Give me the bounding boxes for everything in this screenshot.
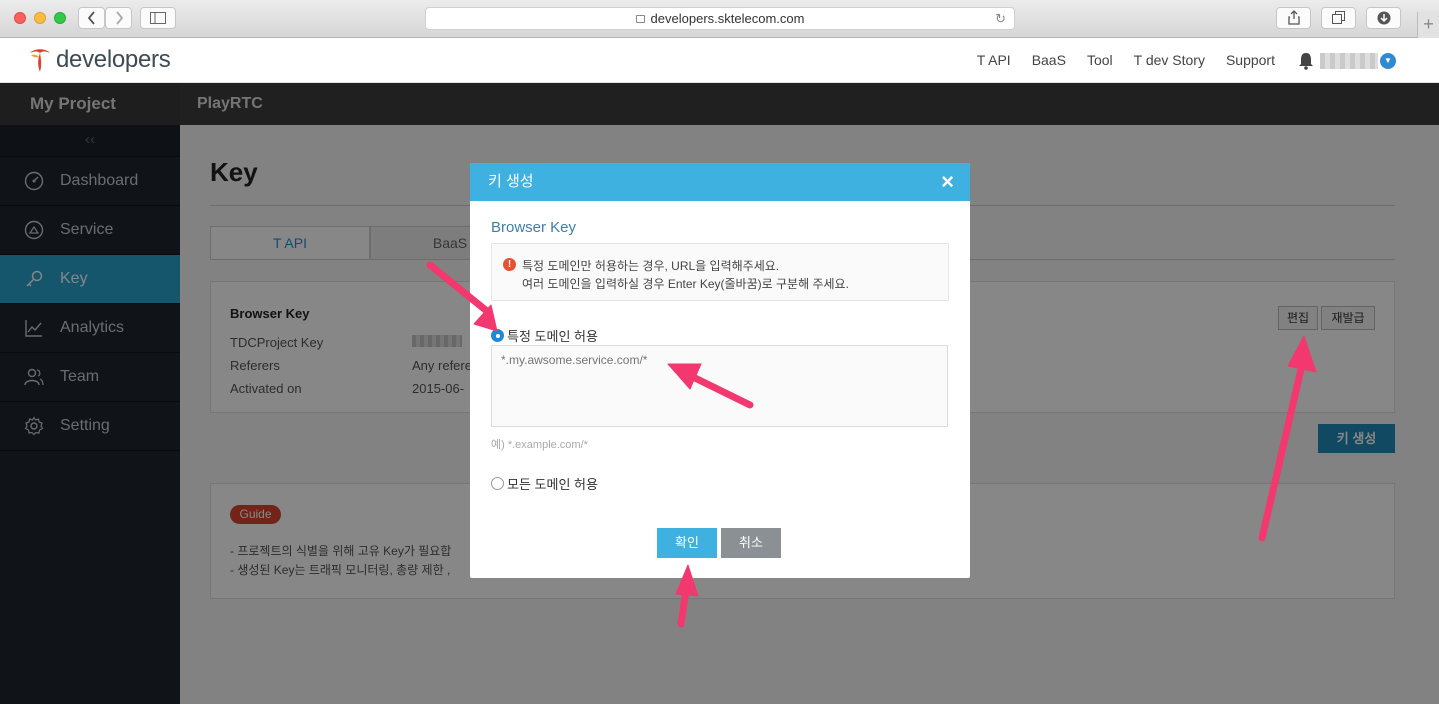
radio-all-domains[interactable]: 모든 도메인 허용	[491, 474, 598, 493]
domain-textarea[interactable]	[491, 345, 948, 427]
notice-line: 여러 도메인을 입력하실 경우 Enter Key(줄바꿈)로 구분해 주세요.	[522, 277, 849, 291]
share-icon	[1287, 10, 1300, 25]
download-icon	[1377, 11, 1390, 25]
window-maximize-button[interactable]	[54, 12, 66, 24]
radio-specific-domain[interactable]: 특정 도메인 허용	[491, 326, 598, 345]
chevron-left-icon	[87, 11, 95, 25]
reload-icon[interactable]: ↻	[995, 8, 1006, 29]
nav-tool[interactable]: Tool	[1087, 52, 1113, 68]
sidebar-toggle-button[interactable]	[140, 7, 176, 29]
nav-tdev-story[interactable]: T dev Story	[1134, 52, 1205, 68]
nav-baas[interactable]: BaaS	[1032, 52, 1066, 68]
browser-toolbar: developers.sktelecom.com ↻ +	[0, 0, 1439, 38]
example-hint: 예) *.example.com/*	[491, 439, 588, 451]
user-menu-caret-icon[interactable]: ▼	[1380, 53, 1396, 69]
url-text: developers.sktelecom.com	[650, 11, 805, 26]
logo[interactable]: developers	[28, 46, 171, 74]
close-icon[interactable]: ×	[941, 163, 954, 201]
back-button[interactable]	[78, 7, 105, 29]
window-close-button[interactable]	[14, 12, 26, 24]
top-nav: T API BaaS Tool T dev Story Support	[977, 52, 1275, 68]
dialog-section-title: Browser Key	[491, 219, 577, 236]
bell-icon[interactable]	[1298, 52, 1314, 70]
tabs-icon	[1332, 11, 1345, 24]
nav-tapi[interactable]: T API	[977, 52, 1011, 68]
downloads-button[interactable]	[1366, 7, 1401, 29]
forward-button[interactable]	[105, 7, 132, 29]
create-key-dialog: 키 생성 × Browser Key ! 특정 도메인만 허용하는 경우, UR…	[470, 163, 970, 578]
user-name-blurred[interactable]	[1320, 53, 1378, 69]
dialog-header: 키 생성 ×	[470, 163, 970, 201]
radio-label: 모든 도메인 허용	[507, 477, 598, 492]
confirm-button[interactable]: 확인	[657, 528, 717, 558]
warning-icon: !	[503, 258, 516, 271]
dialog-title: 키 생성	[488, 173, 534, 190]
radio-checked-icon[interactable]	[491, 329, 504, 342]
lock-icon	[635, 15, 645, 23]
cancel-button[interactable]: 취소	[721, 528, 781, 558]
notice-line: 특정 도메인만 허용하는 경우, URL을 입력해주세요.	[522, 259, 780, 273]
radio-unchecked-icon[interactable]	[491, 477, 504, 490]
new-tab-button[interactable]: +	[1417, 12, 1439, 38]
address-bar[interactable]: developers.sktelecom.com ↻	[425, 7, 1015, 30]
radio-label: 특정 도메인 허용	[507, 329, 598, 344]
chevron-right-icon	[115, 11, 123, 25]
logo-text: developers	[56, 46, 171, 73]
nav-support[interactable]: Support	[1226, 52, 1275, 68]
tdev-logo-icon	[30, 49, 50, 72]
window-minimize-button[interactable]	[34, 12, 46, 24]
sidebar-icon	[150, 12, 166, 24]
notice-box: ! 특정 도메인만 허용하는 경우, URL을 입력해주세요. 여러 도메인을 …	[491, 243, 949, 301]
site-header: developers T API BaaS Tool T dev Story S…	[0, 38, 1439, 83]
tabs-button[interactable]	[1321, 7, 1356, 29]
share-button[interactable]	[1276, 7, 1311, 29]
